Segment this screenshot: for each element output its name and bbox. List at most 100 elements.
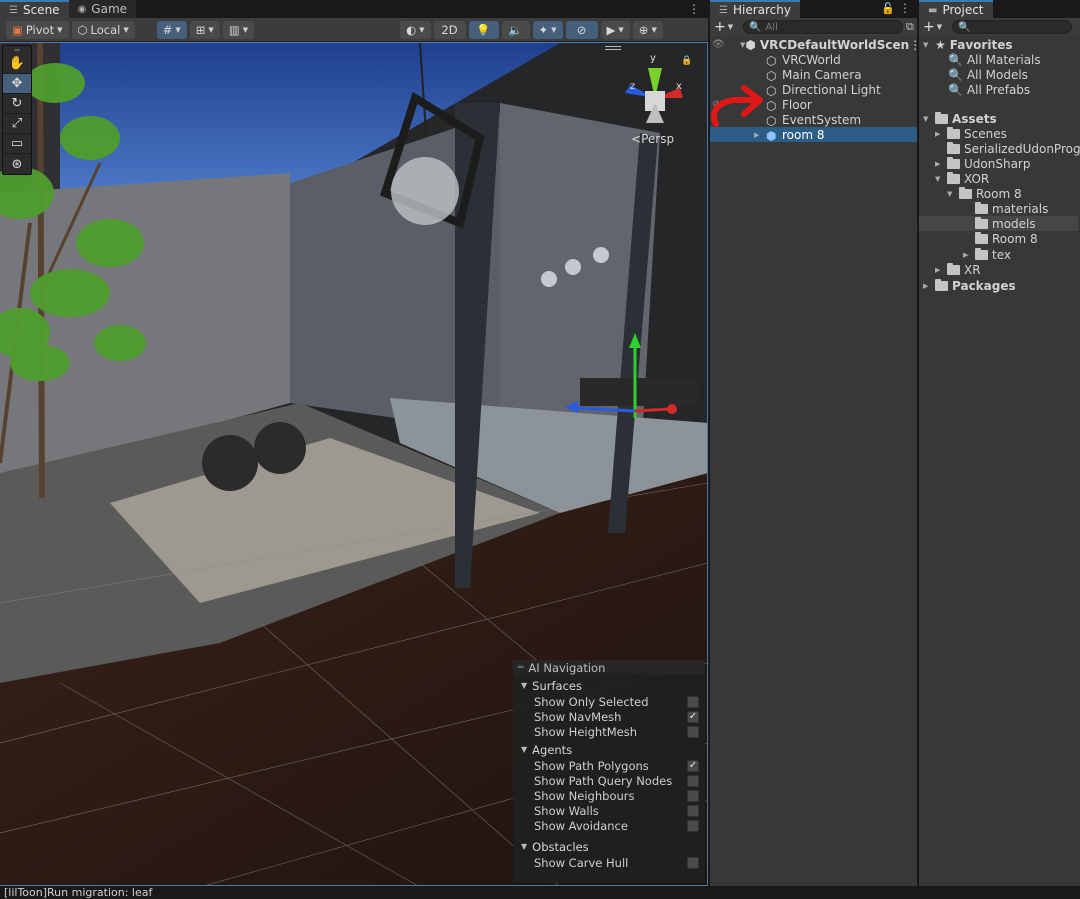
folder-open-icon xyxy=(935,111,948,124)
folder-row[interactable]: materials xyxy=(919,201,1048,216)
hierarchy-toolbar: + ▼ 🔍 All ⧉ xyxy=(710,18,917,36)
gizmo-menu-icon[interactable] xyxy=(605,46,621,50)
status-bar[interactable]: [lilToon]Run migration: leaf xyxy=(0,886,1080,899)
scene-root-row[interactable]: 👁 ▼ ⬢ VRCDefaultWorldScen ⋮ xyxy=(710,37,921,52)
tab-hierarchy[interactable]: ☰ Hierarchy xyxy=(710,0,800,18)
checkbox[interactable] xyxy=(687,789,699,802)
camera-settings-dropdown[interactable]: ▶ ▼ xyxy=(600,20,630,39)
project-search-input[interactable]: 🔍 xyxy=(952,20,1072,34)
favorite-item-label: All Prefabs xyxy=(966,82,1031,97)
checkbox[interactable] xyxy=(687,695,699,708)
nav-option-row[interactable]: Show Path Polygons ✓ xyxy=(513,758,705,773)
folder-row[interactable]: SerializedUdonProgra xyxy=(919,141,1080,156)
favorite-item[interactable]: 🔍 All Prefabs xyxy=(919,82,1030,97)
triangle-right-icon: ▶ xyxy=(963,250,969,259)
nav-option-row[interactable]: Show Avoidance xyxy=(513,818,705,833)
folder-icon xyxy=(975,231,988,244)
plus-icon: + xyxy=(714,19,726,35)
hierarchy-item[interactable]: ⬡ VRCWorld xyxy=(710,52,917,68)
folder-row[interactable]: ▶ Scenes xyxy=(919,126,1007,141)
projection-label[interactable]: <Persp xyxy=(631,132,674,146)
checkbox[interactable] xyxy=(687,819,699,832)
scale-tool-button[interactable]: ⤢ xyxy=(3,114,31,134)
checkbox[interactable] xyxy=(687,856,699,869)
scene-visibility-toggle[interactable]: ⊘ xyxy=(565,20,598,39)
packages-folder-row[interactable]: ▶ Packages xyxy=(919,278,1016,293)
nav-option-row[interactable]: Show Path Query Nodes xyxy=(513,773,705,788)
lock-icon[interactable]: 🔓 xyxy=(877,0,899,18)
hierarchy-search-input[interactable]: 🔍 All xyxy=(743,20,903,34)
move-tool-button[interactable]: ✥ xyxy=(3,74,31,94)
surfaces-label: Surfaces xyxy=(532,678,582,693)
grid-visibility-button[interactable]: ▥ ▼ xyxy=(222,20,255,39)
hierarchy-item[interactable]: ⬡ Main Camera xyxy=(710,67,917,83)
checkbox[interactable] xyxy=(687,725,699,738)
folder-row[interactable]: ▶ XR xyxy=(919,262,981,277)
surfaces-section[interactable]: ▼ Surfaces xyxy=(513,677,705,694)
grip-icon[interactable]: ═ xyxy=(3,46,31,55)
folder-row[interactable]: ▶ tex xyxy=(919,247,1011,262)
obstacles-section[interactable]: ▼ Obstacles xyxy=(513,838,705,855)
scene-tab-strip: ☰ Scene ◉ Game ⋮ xyxy=(0,0,708,18)
tab-game[interactable]: ◉ Game xyxy=(68,0,137,18)
folder-row-selected[interactable]: models xyxy=(919,216,1078,231)
toggle-2d-button[interactable]: 2D xyxy=(433,20,466,39)
favorite-item[interactable]: 🔍 All Materials xyxy=(919,52,1041,67)
checkbox[interactable] xyxy=(687,774,699,787)
search-icon: 🔍 xyxy=(948,67,963,82)
kebab-menu-icon[interactable]: ⋮ xyxy=(899,0,917,18)
ai-navigation-header[interactable]: ═ AI Navigation xyxy=(513,660,705,675)
nav-option-row[interactable]: Show Neighbours xyxy=(513,788,705,803)
project-tab-strip: ▬ Project xyxy=(919,0,1080,18)
nav-option-row[interactable]: Show Carve Hull xyxy=(513,855,705,870)
chevron-down-icon: ▼ xyxy=(651,25,657,34)
agents-section[interactable]: ▼ Agents xyxy=(513,741,705,758)
obstacles-label: Obstacles xyxy=(532,839,589,854)
grid-snap-icon: # xyxy=(162,22,173,37)
rotate-tool-button[interactable]: ↻ xyxy=(3,94,31,114)
nav-option-label: Show Carve Hull xyxy=(534,855,629,870)
hand-icon: ✋ xyxy=(8,56,26,71)
draw-mode-dropdown[interactable]: ◐ ▼ xyxy=(400,20,431,39)
visibility-eye-icon[interactable]: 👁 xyxy=(712,39,725,50)
red-annotation-arrow xyxy=(711,85,763,127)
nav-option-row[interactable]: Show NavMesh ✓ xyxy=(513,709,705,724)
transform-tool-button[interactable]: ⊛ xyxy=(3,154,31,174)
nav-option-row[interactable]: Show Only Selected xyxy=(513,694,705,709)
assets-folder-row[interactable]: ▼ Assets xyxy=(919,111,997,126)
folder-row[interactable]: ▼ XOR xyxy=(919,171,989,186)
rect-icon: ▭ xyxy=(10,136,24,151)
checkbox[interactable] xyxy=(687,804,699,817)
snap-increment-button[interactable]: ⊞ ▼ xyxy=(189,20,220,39)
nav-option-row[interactable]: Show HeightMesh xyxy=(513,724,705,739)
favorites-row[interactable]: ▼ ★ Favorites xyxy=(919,37,1012,52)
audio-toggle[interactable]: 🔈 xyxy=(501,20,530,39)
packages-label: Packages xyxy=(952,278,1016,293)
folder-row[interactable]: ▼ Room 8 xyxy=(919,186,1022,201)
triangle-down-icon: ▼ xyxy=(935,174,941,183)
search-filter-icon[interactable]: ⧉ xyxy=(906,20,914,34)
checkbox-checked[interactable]: ✓ xyxy=(687,759,699,772)
chevron-down-icon: ▼ xyxy=(551,25,557,34)
local-dropdown[interactable]: ⬡ Local ▼ xyxy=(71,20,135,39)
lighting-toggle[interactable]: 💡 xyxy=(468,20,499,39)
effects-dropdown[interactable]: ✦ ▼ xyxy=(532,20,563,39)
hand-tool-button[interactable]: ✋ xyxy=(3,54,31,74)
lock-icon[interactable]: 🔒 xyxy=(681,56,692,66)
scene-tab-menu-icon[interactable]: ⋮ xyxy=(688,2,700,16)
pivot-dropdown[interactable]: ▣ Pivot ▼ xyxy=(6,20,69,39)
folder-row[interactable]: ▶ UdonSharp xyxy=(919,156,1030,171)
tab-project[interactable]: ▬ Project xyxy=(919,0,993,18)
create-button[interactable]: + ▼ xyxy=(714,19,740,35)
rect-tool-button[interactable]: ▭ xyxy=(3,134,31,154)
gizmos-dropdown[interactable]: ⊕ ▼ xyxy=(632,20,663,39)
grid-snap-toggle[interactable]: # ▼ xyxy=(156,20,187,39)
folder-row[interactable]: Room 8 xyxy=(919,231,1038,246)
tab-scene[interactable]: ☰ Scene xyxy=(0,0,69,18)
checkbox-checked[interactable]: ✓ xyxy=(687,710,699,723)
favorite-item[interactable]: 🔍 All Models xyxy=(919,67,1028,82)
folder-label: UdonSharp xyxy=(964,156,1031,171)
nav-option-row[interactable]: Show Walls xyxy=(513,803,705,818)
create-asset-button[interactable]: + ▼ xyxy=(923,19,949,35)
status-message: [lilToon]Run migration: leaf xyxy=(4,886,153,899)
